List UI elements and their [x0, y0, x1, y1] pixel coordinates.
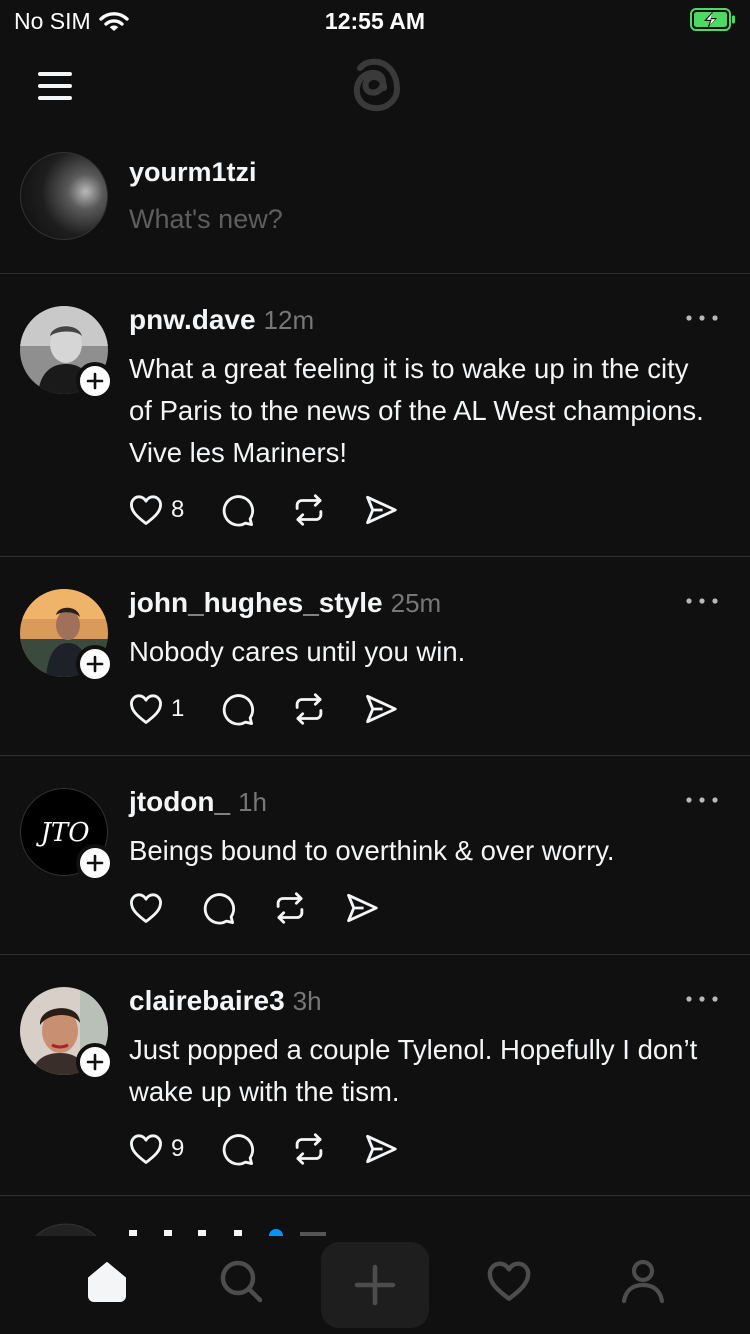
share-button[interactable]: [362, 491, 400, 529]
post-time: 1h: [238, 787, 268, 817]
share-button[interactable]: [362, 690, 400, 728]
like-button[interactable]: 9: [127, 1130, 184, 1168]
comment-icon: [218, 1130, 256, 1168]
like-count: 8: [171, 496, 185, 523]
search-icon: [220, 1260, 263, 1303]
repost-button[interactable]: [290, 1130, 328, 1168]
threads-logo-icon[interactable]: [340, 50, 410, 120]
heart-icon: [127, 1130, 165, 1168]
bottom-tab-bar: [0, 1236, 750, 1334]
like-button[interactable]: [127, 889, 165, 927]
post-actions: 9: [127, 1129, 434, 1169]
post-username[interactable]: john_hughes_style: [129, 587, 383, 619]
comment-icon: [218, 491, 256, 529]
composer-input[interactable]: What's new?: [129, 204, 283, 235]
share-button[interactable]: [343, 889, 381, 927]
more-icon[interactable]: [684, 595, 720, 607]
repost-button[interactable]: [290, 491, 328, 529]
follow-plus-icon[interactable]: [76, 1043, 114, 1081]
repost-button[interactable]: [271, 889, 309, 927]
composer-username: yourm1tzi: [129, 157, 257, 187]
heart-icon: [127, 889, 165, 927]
post-header: pnw.dave 12m: [129, 304, 314, 336]
plus-icon: [354, 1264, 396, 1306]
post-actions: [127, 888, 415, 928]
follow-plus-icon[interactable]: [76, 362, 114, 400]
more-icon[interactable]: [684, 993, 720, 1005]
post-time: 3h: [292, 986, 322, 1016]
post-header: clairebaire3 3h: [129, 985, 322, 1017]
user-avatar[interactable]: [20, 152, 108, 240]
post-time: 12m: [263, 305, 315, 335]
tab-home[interactable]: [74, 1248, 140, 1314]
thread-post[interactable]: clairebaire3 3h Just popped a couple Tyl…: [0, 955, 750, 1196]
comment-button[interactable]: [218, 1130, 256, 1168]
post-header: john_hughes_style 25m: [129, 587, 441, 619]
like-count: 1: [171, 695, 185, 722]
like-button[interactable]: 8: [127, 491, 184, 529]
share-icon: [362, 491, 400, 529]
comment-icon: [218, 690, 256, 728]
share-icon: [362, 690, 400, 728]
menu-icon[interactable]: [36, 68, 76, 100]
share-icon: [343, 889, 381, 927]
share-icon: [362, 1130, 400, 1168]
more-icon[interactable]: [684, 312, 720, 324]
thread-post[interactable]: john_hughes_style 25m Nobody cares until…: [0, 557, 750, 756]
heart-icon: [127, 690, 165, 728]
repost-button[interactable]: [290, 690, 328, 728]
thread-post[interactable]: pnw.dave 12m What a great feeling it is …: [0, 274, 750, 557]
more-icon[interactable]: [684, 794, 720, 806]
tab-profile[interactable]: [610, 1248, 676, 1314]
post-text: What a great feeling it is to wake up in…: [129, 353, 704, 468]
activity-heart-icon: [487, 1261, 531, 1301]
comment-icon: [199, 889, 237, 927]
post-username[interactable]: pnw.dave: [129, 304, 256, 336]
post-text: Beings bound to overthink & over worry.: [129, 835, 615, 866]
repost-icon: [290, 690, 328, 728]
repost-icon: [271, 889, 309, 927]
like-count: 9: [171, 1135, 185, 1162]
share-button[interactable]: [362, 1130, 400, 1168]
tab-new-thread[interactable]: [321, 1242, 429, 1328]
post-username[interactable]: clairebaire3: [129, 985, 285, 1017]
post-actions: 1: [127, 689, 434, 729]
post-time: 25m: [390, 588, 442, 618]
avatar-monogram: JTO: [35, 818, 89, 848]
profile-icon: [621, 1259, 665, 1304]
comment-button[interactable]: [218, 491, 256, 529]
battery-charging-icon: [690, 8, 735, 31]
follow-plus-icon[interactable]: [76, 645, 114, 683]
comment-button[interactable]: [199, 889, 237, 927]
post-username[interactable]: jtodon_: [129, 786, 230, 818]
repost-icon: [290, 1130, 328, 1168]
thread-post[interactable]: JTO jtodon_ 1h Beings bound to overthink…: [0, 756, 750, 955]
post-text: Nobody cares until you win.: [129, 636, 466, 667]
status-bar: No SIM 12:55 AM: [0, 0, 750, 40]
like-button[interactable]: 1: [127, 690, 184, 728]
post-text: Just popped a couple Tylenol. Hopefully …: [129, 1034, 698, 1107]
follow-plus-icon[interactable]: [76, 844, 114, 882]
tab-activity[interactable]: [476, 1248, 542, 1314]
post-header: jtodon_ 1h: [129, 786, 267, 818]
new-thread-composer[interactable]: yourm1tzi What's new?: [0, 140, 750, 274]
top-bar: [0, 40, 750, 140]
repost-icon: [290, 491, 328, 529]
clock: 12:55 AM: [324, 8, 426, 34]
home-icon: [88, 1262, 126, 1302]
tab-search[interactable]: [208, 1248, 274, 1314]
comment-button[interactable]: [218, 690, 256, 728]
thread-post-partial[interactable]: [0, 1196, 750, 1236]
post-actions: 8: [127, 490, 434, 530]
heart-icon: [127, 491, 165, 529]
